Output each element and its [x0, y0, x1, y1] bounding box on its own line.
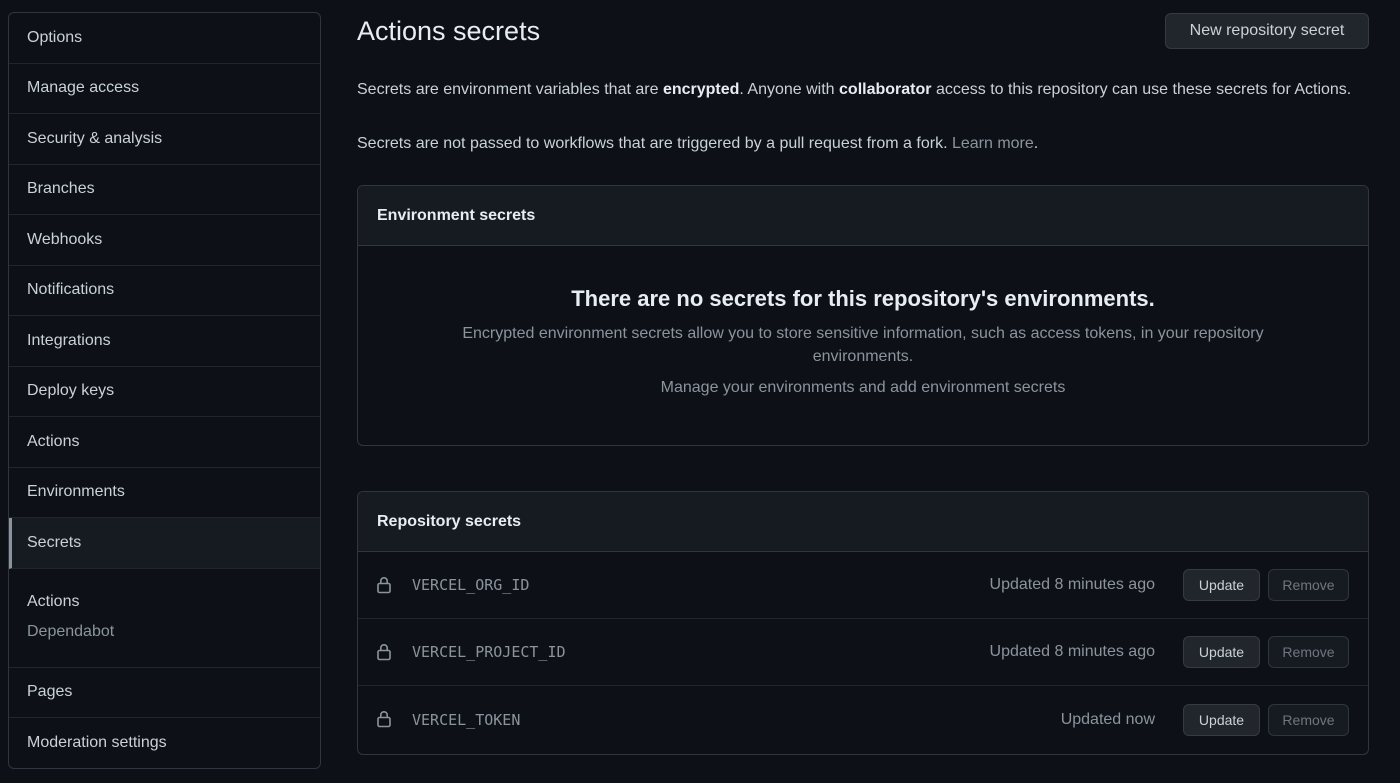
lock-icon [377, 577, 391, 594]
sidebar-item-label: Deploy keys [27, 382, 115, 400]
learn-more-link[interactable]: Learn more [952, 135, 1034, 152]
new-repository-secret-button[interactable]: New repository secret [1165, 13, 1369, 49]
sidebar-item-moderation-settings[interactable]: Moderation settings [9, 718, 320, 768]
sidebar-item-integrations[interactable]: Integrations [9, 316, 320, 367]
secret-updated-time: Updated now [1060, 710, 1155, 728]
intro-text-part: access to this repository can use these … [931, 81, 1352, 98]
sidebar-secrets-subgroup: Actions Dependabot [9, 569, 320, 668]
sidebar-item-manage-access[interactable]: Manage access [9, 64, 320, 114]
secret-row: VERCEL_PROJECT_ID Updated 8 minutes ago … [358, 619, 1368, 686]
sidebar-item-actions[interactable]: Actions [9, 417, 320, 468]
sidebar-item-label: Moderation settings [27, 734, 167, 752]
lock-icon [377, 711, 391, 728]
blankslate-title: There are no secrets for this repository… [571, 286, 1155, 311]
sidebar-item-security-analysis[interactable]: Security & analysis [9, 114, 320, 165]
environment-secrets-blankslate: There are no secrets for this repository… [358, 246, 1368, 397]
sidebar-item-label: Options [27, 28, 83, 46]
intro-collaborator: collaborator [839, 81, 932, 98]
intro-text-part: Secrets are environment variables that a… [357, 81, 663, 98]
remove-secret-button[interactable]: Remove [1268, 703, 1349, 736]
sidebar-subitem-actions[interactable]: Actions [27, 593, 320, 611]
secret-row: VERCEL_TOKEN Updated now Update Remove [358, 686, 1368, 753]
secret-name: VERCEL_PROJECT_ID [412, 643, 566, 661]
environment-secrets-box: Environment secrets There are no secrets… [357, 185, 1369, 446]
lock-icon [377, 644, 391, 661]
sidebar-item-label: Webhooks [27, 230, 103, 248]
sidebar-item-label: Secrets [27, 533, 82, 551]
repository-secrets-header: Repository secrets [358, 492, 1368, 552]
blankslate-description: Encrypted environment secrets allow you … [462, 325, 1264, 365]
intro-encrypted: encrypted [662, 81, 740, 98]
sidebar-item-pages[interactable]: Pages [9, 668, 320, 718]
intro-text-part: . Anyone with [739, 81, 840, 98]
intro-text: Secrets are environment variables that a… [357, 78, 1357, 101]
sidebar-item-environments[interactable]: Environments [9, 468, 320, 518]
settings-sidebar: Options Manage access Security & analysi… [8, 12, 321, 769]
sidebar-item-label: Actions [27, 432, 80, 450]
update-secret-button[interactable]: Update [1183, 703, 1260, 736]
sidebar-subitem-dependabot[interactable]: Dependabot [27, 623, 320, 641]
sidebar-item-label: Branches [27, 180, 95, 198]
sidebar-item-deploy-keys[interactable]: Deploy keys [9, 367, 320, 417]
repository-secrets-box: Repository secrets VERCEL_ORG_ID Updated… [357, 491, 1369, 755]
sidebar-item-secrets[interactable]: Secrets [9, 518, 320, 569]
sidebar-item-webhooks[interactable]: Webhooks [9, 215, 320, 266]
page-title: Actions secrets [357, 16, 541, 46]
sidebar-item-label: Notifications [27, 281, 115, 299]
sidebar-item-options[interactable]: Options [9, 13, 320, 64]
secret-name: VERCEL_ORG_ID [412, 576, 530, 594]
remove-secret-button[interactable]: Remove [1268, 569, 1349, 601]
sidebar-item-label: Manage access [27, 79, 140, 97]
sidebar-item-label: Integrations [27, 331, 111, 349]
sidebar-item-branches[interactable]: Branches [9, 165, 320, 215]
update-secret-button[interactable]: Update [1183, 569, 1260, 601]
secret-updated-time: Updated 8 minutes ago [989, 643, 1155, 660]
fork-note-period: . [1033, 135, 1039, 152]
remove-secret-button[interactable]: Remove [1268, 636, 1349, 668]
environment-secrets-header: Environment secrets [358, 186, 1368, 246]
sidebar-item-label: Environments [27, 483, 125, 501]
manage-environments-link[interactable]: Manage your environments and add environ… [661, 379, 1066, 397]
secret-name: VERCEL_TOKEN [412, 710, 521, 729]
update-secret-button[interactable]: Update [1183, 636, 1260, 668]
sidebar-item-label: Security & analysis [27, 129, 163, 147]
fork-note-text: Secrets are not passed to workflows that… [357, 135, 952, 152]
fork-note: Secrets are not passed to workflows that… [357, 135, 1038, 153]
secret-row: VERCEL_ORG_ID Updated 8 minutes ago Upda… [358, 552, 1368, 619]
sidebar-item-notifications[interactable]: Notifications [9, 266, 320, 316]
secret-updated-time: Updated 8 minutes ago [989, 576, 1155, 593]
sidebar-item-label: Pages [27, 683, 73, 701]
